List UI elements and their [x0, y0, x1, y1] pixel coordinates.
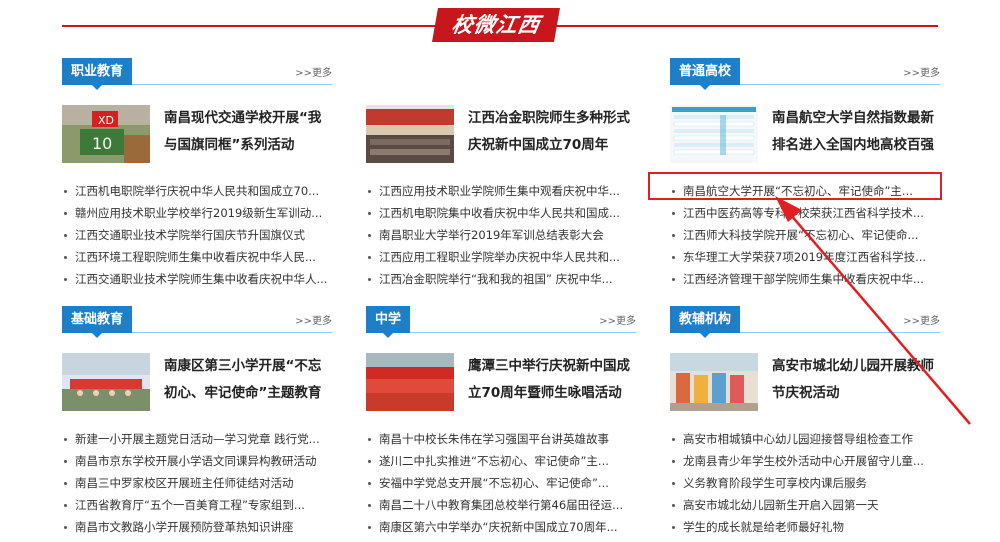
news-item[interactable]: 江西应用技术职业学院师生集中观看庆祝中华... — [366, 180, 636, 202]
news-item[interactable]: 江西交通职业技术学院举行国庆节升国旗仪式 — [62, 224, 332, 246]
section-jichu: 基础教育 >>更多 南康区第三小学开展“不忘初心、牢记使命”主题教育 新建一小开… — [62, 306, 332, 538]
svg-text:XD: XD — [98, 114, 114, 127]
news-item[interactable]: 东华理工大学荣获7项2019年度江西省科学技... — [670, 246, 940, 268]
news-item[interactable]: 南昌十中校长朱伟在学习强国平台讲英雄故事 — [366, 428, 636, 450]
news-item[interactable]: 义务教育阶段学生可享校内课后服务 — [670, 472, 940, 494]
news-list: 新建一小开展主题党日活动—学习党章 践行党... 南昌市京东学校开展小学语文同课… — [62, 428, 332, 538]
feature-title[interactable]: 南昌现代交通学校开展“我与国旗同框”系列活动 — [164, 105, 332, 163]
feature-item[interactable]: 南昌航空大学自然指数最新排名进入全国内地高校百强 — [670, 105, 940, 163]
section-zhongxue: 中学 >>更多 鹰潭三中举行庆祝新中国成立70周年暨师生咏唱活动 南昌十中校长朱… — [366, 306, 636, 538]
section-tag[interactable]: 中学 — [366, 306, 411, 338]
section-header: 教辅机构 >>更多 — [670, 306, 940, 338]
news-item[interactable]: 高安市相城镇中心幼儿园迎接督导组检查工作 — [670, 428, 940, 450]
news-item[interactable]: 学生的成长就是给老师最好礼物 — [670, 516, 940, 538]
section-jiaofu: 教辅机构 >>更多 高安市城北幼儿园开展教师节庆祝活动 高安市相城镇中心幼儿园迎… — [670, 306, 940, 538]
feature-thumbnail[interactable] — [366, 353, 454, 411]
section-tag[interactable]: 普通高校 — [670, 58, 741, 90]
feature-title[interactable]: 高安市城北幼儿园开展教师节庆祝活动 — [772, 353, 940, 411]
banner-title: 校微江西 — [432, 8, 560, 42]
feature-thumbnail[interactable] — [62, 353, 150, 411]
news-item[interactable]: 江西机电职院举行庆祝中华人民共和国成立70... — [62, 180, 332, 202]
news-item[interactable]: 安福中学党总支开展“不忘初心、牢记使命”... — [366, 472, 636, 494]
section-zhiye-2: 江西冶金职院师生多种形式庆祝新中国成立70周年 江西应用技术职业学院师生集中观看… — [366, 58, 636, 290]
feature-title[interactable]: 鹰潭三中举行庆祝新中国成立70周年暨师生咏唱活动 — [468, 353, 636, 411]
news-item[interactable]: 南昌市文教路小学开展预防登革热知识讲座 — [62, 516, 332, 538]
news-item[interactable]: 江西机电职院集中收看庆祝中华人民共和国成... — [366, 202, 636, 224]
news-item[interactable]: 南昌市京东学校开展小学语文同课异构教研活动 — [62, 450, 332, 472]
section-tag[interactable]: 教辅机构 — [670, 306, 741, 338]
news-item[interactable]: 江西应用工程职业学院举办庆祝中华人民共和... — [366, 246, 636, 268]
news-list: 南昌十中校长朱伟在学习强国平台讲英雄故事 遂川二中扎实推进“不忘初心、牢记使命”… — [366, 428, 636, 538]
news-item[interactable]: 新建一小开展主题党日活动—学习党章 践行党... — [62, 428, 332, 450]
section-header: 中学 >>更多 — [366, 306, 636, 338]
section-tag[interactable]: 职业教育 — [62, 58, 133, 90]
more-link[interactable]: >>更多 — [903, 312, 940, 327]
news-item[interactable]: 江西师大科技学院开展“不忘初心、牢记使命... — [670, 224, 940, 246]
news-item[interactable]: 高安市城北幼儿园新生开启入园第一天 — [670, 494, 940, 516]
news-item[interactable]: 南昌三中罗家校区开展班主任师徒结对活动 — [62, 472, 332, 494]
news-list: 高安市相城镇中心幼儿园迎接督导组检查工作 龙南县青少年学生校外活动中心开展留守儿… — [670, 428, 940, 538]
news-item[interactable]: 江西经济管理干部学院师生集中收看庆祝中华... — [670, 268, 940, 290]
highlight-box — [648, 172, 942, 200]
news-item[interactable]: 赣州应用技术职业学校举行2019级新生军训动... — [62, 202, 332, 224]
news-item[interactable]: 江西冶金职院举行“我和我的祖国” 庆祝中华... — [366, 268, 636, 290]
news-list: 江西机电职院举行庆祝中华人民共和国成立70... 赣州应用技术职业学校举行201… — [62, 180, 332, 290]
news-item[interactable]: 江西省教育厅“五个一百美育工程”专家组到... — [62, 494, 332, 516]
news-item[interactable]: 江西交通职业技术学院师生集中收看庆祝中华人... — [62, 268, 332, 290]
news-item[interactable]: 江西环境工程职院师生集中收看庆祝中华人民... — [62, 246, 332, 268]
feature-item[interactable]: XD 10 南昌现代交通学校开展“我与国旗同框”系列活动 — [62, 105, 332, 163]
section-zhiye: 职业教育 >>更多 XD 10 南昌现代交通学校开展“我与国旗同框”系列活动 江… — [62, 58, 332, 290]
section-header: 职业教育 >>更多 — [62, 58, 332, 90]
feature-item[interactable]: 鹰潭三中举行庆祝新中国成立70周年暨师生咏唱活动 — [366, 353, 636, 411]
more-link[interactable]: >>更多 — [903, 64, 940, 79]
feature-thumbnail[interactable]: XD 10 — [62, 105, 150, 163]
news-item[interactable]: 南昌二十八中教育集团总校举行第46届田径运... — [366, 494, 636, 516]
feature-item[interactable]: 南康区第三小学开展“不忘初心、牢记使命”主题教育 — [62, 353, 332, 411]
more-link[interactable]: >>更多 — [295, 64, 332, 79]
section-tag[interactable]: 基础教育 — [62, 306, 133, 338]
news-item[interactable]: 江西中医药高等专科学校荣获江西省科学技术... — [670, 202, 940, 224]
more-link[interactable]: >>更多 — [599, 312, 636, 327]
more-link[interactable]: >>更多 — [295, 312, 332, 327]
feature-item[interactable]: 江西冶金职院师生多种形式庆祝新中国成立70周年 — [366, 105, 636, 163]
news-item[interactable]: 遂川二中扎实推进“不忘初心、牢记使命”主... — [366, 450, 636, 472]
feature-title[interactable]: 江西冶金职院师生多种形式庆祝新中国成立70周年 — [468, 105, 636, 163]
feature-title[interactable]: 南康区第三小学开展“不忘初心、牢记使命”主题教育 — [164, 353, 332, 411]
news-item[interactable]: 龙南县青少年学生校外活动中心开展留守儿童... — [670, 450, 940, 472]
section-header — [366, 58, 636, 85]
news-list: 江西应用技术职业学院师生集中观看庆祝中华... 江西机电职院集中收看庆祝中华人民… — [366, 180, 636, 290]
feature-thumbnail[interactable] — [670, 353, 758, 411]
feature-thumbnail[interactable] — [670, 105, 758, 163]
feature-item[interactable]: 高安市城北幼儿园开展教师节庆祝活动 — [670, 353, 940, 411]
section-header: 普通高校 >>更多 — [670, 58, 940, 90]
svg-text:10: 10 — [92, 134, 112, 153]
feature-thumbnail[interactable] — [366, 105, 454, 163]
feature-title[interactable]: 南昌航空大学自然指数最新排名进入全国内地高校百强 — [772, 105, 940, 163]
section-header: 基础教育 >>更多 — [62, 306, 332, 338]
news-item[interactable]: 南康区第六中学举办“庆祝新中国成立70周年... — [366, 516, 636, 538]
banner: 校微江西 — [0, 0, 1000, 44]
news-item[interactable]: 南昌职业大学举行2019年军训总结表彰大会 — [366, 224, 636, 246]
